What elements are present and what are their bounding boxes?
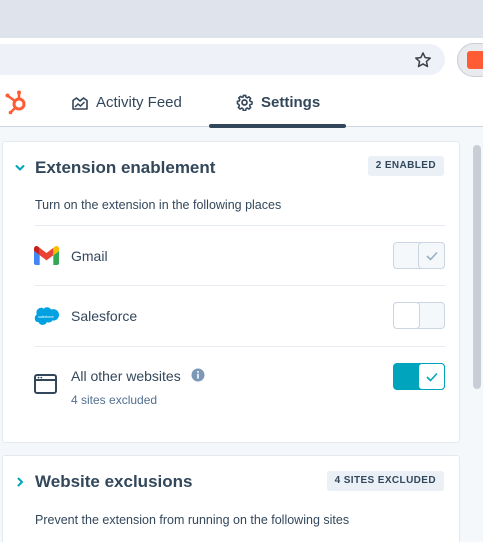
checkmark-icon — [425, 251, 438, 261]
tab-settings-label: Settings — [261, 94, 321, 111]
checkmark-icon — [425, 372, 438, 382]
extension-enablement-title[interactable]: Extension enablement — [35, 158, 215, 178]
tab-activity-feed[interactable]: Activity Feed — [72, 78, 182, 127]
divider — [35, 225, 445, 226]
popup-header: Activity Feed Settings — [0, 78, 483, 127]
browser-tabstrip — [0, 0, 483, 38]
divider — [35, 346, 445, 347]
hubspot-logo-icon — [5, 90, 26, 115]
chevron-down-icon[interactable] — [14, 162, 26, 174]
browser-window-icon — [34, 374, 57, 394]
scrollbar-thumb[interactable] — [473, 145, 481, 389]
gmail-icon — [34, 246, 59, 265]
tab-activity-feed-label: Activity Feed — [96, 94, 182, 111]
toggle-knob — [418, 363, 445, 390]
extension-enablement-card: Extension enablement 2 ENABLED Turn on t… — [2, 141, 460, 443]
enabled-count-badge: 2 ENABLED — [367, 156, 444, 176]
address-bar[interactable] — [0, 44, 445, 75]
tab-settings[interactable]: Settings — [236, 78, 320, 127]
gear-icon — [236, 94, 253, 111]
salesforce-icon: salesforce — [34, 307, 60, 325]
info-icon[interactable] — [191, 368, 205, 382]
active-tab-indicator — [209, 124, 346, 128]
chevron-right-icon[interactable] — [14, 476, 26, 488]
salesforce-toggle[interactable] — [393, 302, 445, 329]
gmail-label: Gmail — [71, 248, 108, 264]
enablement-description: Turn on the extension in the following p… — [35, 198, 282, 212]
activity-feed-icon — [72, 96, 88, 110]
salesforce-label: Salesforce — [71, 308, 138, 324]
gmail-toggle[interactable] — [393, 242, 445, 269]
exclusions-description: Prevent the extension from running on th… — [35, 513, 350, 527]
svg-text:salesforce: salesforce — [38, 315, 54, 319]
all-other-websites-label: All other websites — [71, 368, 181, 384]
bookmark-star-icon[interactable] — [413, 50, 433, 70]
divider — [35, 285, 445, 286]
extension-button[interactable] — [457, 43, 483, 77]
toggle-knob — [393, 302, 420, 329]
hubspot-extension-icon — [467, 51, 483, 69]
toggle-knob — [418, 242, 445, 269]
all-websites-toggle[interactable] — [393, 363, 445, 390]
website-exclusions-title[interactable]: Website exclusions — [35, 472, 192, 492]
sites-excluded-count: 4 sites excluded — [71, 393, 158, 407]
website-exclusions-card: Website exclusions 4 SITES EXCLUDED Prev… — [2, 455, 460, 542]
sites-excluded-badge: 4 SITES EXCLUDED — [326, 471, 444, 491]
